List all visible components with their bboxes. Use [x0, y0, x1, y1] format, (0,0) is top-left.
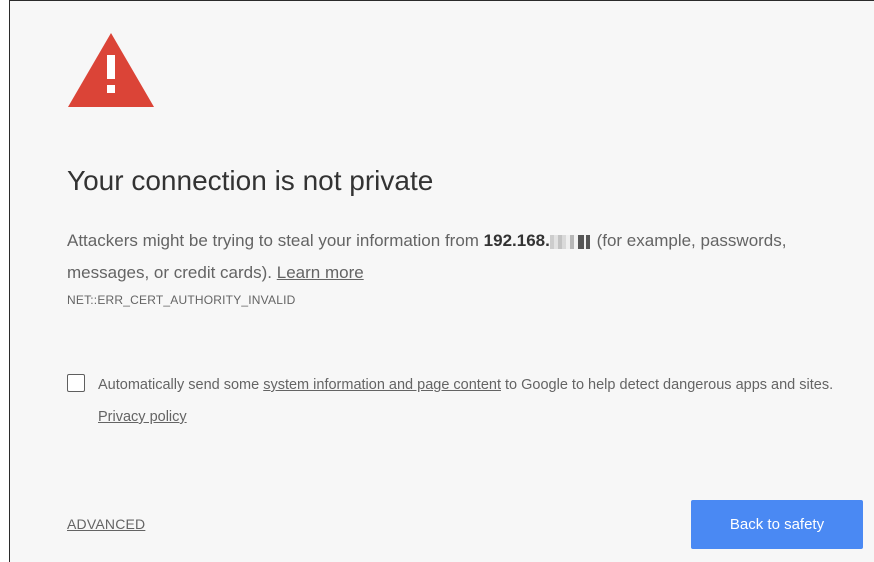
error-description: Attackers might be trying to steal your … — [67, 225, 827, 289]
back-to-safety-button[interactable]: Back to safety — [691, 500, 863, 549]
page-title: Your connection is not private — [67, 165, 434, 196]
report-text-prefix: Automatically send some — [98, 377, 264, 393]
learn-more-link[interactable]: Learn more — [277, 263, 364, 282]
interstitial-page: Your connection is not private Attackers… — [9, 0, 874, 562]
description-prefix: Attackers might be trying to steal your … — [67, 231, 484, 250]
warning-triangle-icon — [68, 33, 154, 107]
send-report-label: Automatically send some system informati… — [98, 369, 838, 433]
host-address: 192.168. — [483, 231, 550, 250]
send-report-checkbox[interactable] — [67, 374, 85, 392]
error-code: NET::ERR_CERT_AUTHORITY_INVALID — [67, 293, 296, 307]
redacted-address-block — [549, 234, 590, 249]
report-text-middle: to Google to help detect dangerous apps … — [501, 377, 834, 393]
advanced-link[interactable]: ADVANCED — [67, 516, 145, 532]
privacy-policy-link[interactable]: Privacy policy — [98, 409, 187, 425]
system-information-link[interactable]: system information and page content — [263, 377, 501, 393]
